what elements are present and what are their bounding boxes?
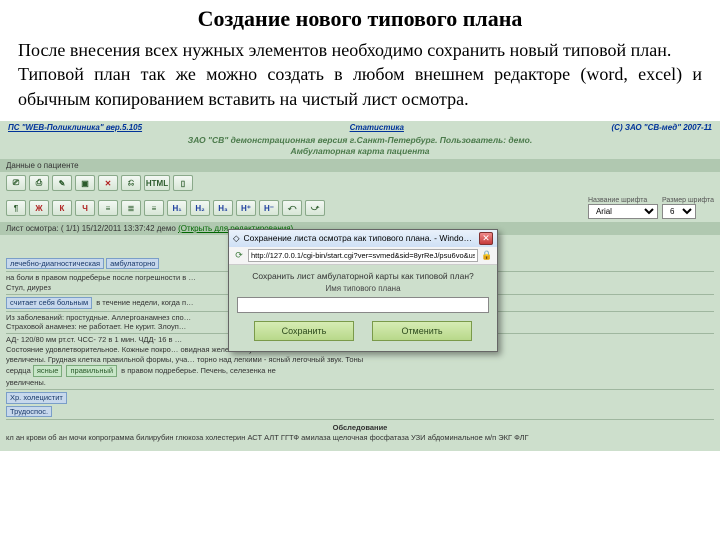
dialog-url-bar: ⟳ 🔒 (229, 247, 497, 265)
cancel-button[interactable]: Отменить (372, 321, 472, 341)
tb-save-icon[interactable]: ▣ (75, 175, 95, 191)
tb-h1-icon[interactable]: H₁ (167, 200, 187, 216)
org-user-line: ЗАО "СВ" демонстрационная версия г.Санкт… (0, 135, 720, 146)
save-template-dialog: ◇ Сохранение листа осмотра как типового … (228, 229, 498, 352)
tb-delete-icon[interactable]: ✕ (98, 175, 118, 191)
lock-icon: 🔒 (481, 249, 493, 261)
tb-paragraph-icon[interactable]: ¶ (6, 200, 26, 216)
tb-redo-icon[interactable]: ⤻ (305, 200, 325, 216)
objective-line-3: увеличены. Грудная клетка правильной фор… (6, 355, 714, 365)
tb-underline-icon[interactable]: Ч (75, 200, 95, 216)
font-name-label: Название шрифта (588, 197, 658, 204)
font-name-select[interactable]: Arial (588, 204, 658, 219)
dialog-question: Сохранить лист амбулаторной карты как ти… (237, 271, 489, 281)
refresh-icon[interactable]: ⟳ (233, 249, 245, 261)
exam-sheet-label: Лист осмотра: ( 1/1) 15/12/2011 13:37:42… (6, 224, 178, 233)
slide-body: После внесения всех нужных элементов нео… (0, 32, 720, 121)
copyright-label: (С) ЗАО "СВ-мед" 2007-11 (612, 123, 713, 132)
examination-heading: Обследование (6, 421, 714, 433)
tb-h2-icon[interactable]: H₂ (190, 200, 210, 216)
close-icon[interactable]: ✕ (479, 232, 493, 245)
tb-italic-icon[interactable]: К (52, 200, 72, 216)
tb-hplus-icon[interactable]: H⁺ (236, 200, 256, 216)
card-title-line: Амбулаторная карта пациента (0, 146, 720, 157)
tag-heart-tones[interactable]: ясные (33, 365, 63, 377)
dialog-url-input[interactable] (248, 249, 478, 262)
window-favicon-icon: ◇ (233, 233, 240, 244)
slide-title: Создание нового типового плана (0, 6, 720, 32)
app-window: ПС "WEB-Поликлиника" вер.5.105 Статистик… (0, 121, 720, 451)
dialog-buttons: Сохранить Отменить (237, 321, 489, 341)
tb-bold-icon[interactable]: Ж (29, 200, 49, 216)
tb-html-icon[interactable]: HTML (144, 175, 170, 191)
app-header: ПС "WEB-Поликлиника" вер.5.105 Статистик… (0, 121, 720, 134)
tag-purpose[interactable]: лечебно-диагностическая (6, 258, 104, 270)
dialog-title-text: Сохранение листа осмотра как типового пл… (244, 233, 475, 243)
tb-align-center-icon[interactable]: ≣ (121, 200, 141, 216)
objective-line-4-pre: сердца (6, 366, 33, 375)
tb-edit-icon[interactable]: ✎ (52, 175, 72, 191)
statistics-link[interactable]: Статистика (350, 123, 404, 132)
tag-rhythm[interactable]: правильный (66, 365, 117, 377)
font-size-label: Размер шрифта (662, 197, 714, 204)
objective-line-4-post: в правом подреберье. Печень, селезенка н… (121, 366, 276, 375)
tag-mode[interactable]: амбулаторно (106, 258, 159, 270)
tag-anamnesis[interactable]: считает себя больным (6, 297, 92, 309)
save-button[interactable]: Сохранить (254, 321, 354, 341)
objective-line-5: увеличены. (6, 378, 714, 388)
template-name-input[interactable] (237, 297, 489, 313)
tag-diagnosis-2[interactable]: Трудоспос. (6, 406, 52, 418)
dialog-sublabel: Имя типового плана (237, 284, 489, 293)
tb-undo2-icon[interactable]: ⤺ (282, 200, 302, 216)
anamnesis-text: в течение недели, когда п… (94, 298, 193, 307)
tb-hminus-icon[interactable]: H⁻ (259, 200, 279, 216)
tb-other-icon[interactable]: ▯ (173, 175, 193, 191)
tb-new-icon[interactable]: ⎚ (6, 175, 26, 191)
tb-print-icon[interactable]: ⎙ (29, 175, 49, 191)
slide-paragraph-2: Типовой план так же можно создать в любо… (18, 62, 702, 111)
tag-diagnosis-1[interactable]: Хр. холецистит (6, 392, 67, 404)
tb-align-right-icon[interactable]: ≡ (144, 200, 164, 216)
dialog-body: Сохранить лист амбулаторной карты как ти… (229, 265, 497, 351)
tb-align-left-icon[interactable]: ≡ (98, 200, 118, 216)
app-product-link[interactable]: ПС "WEB-Поликлиника" вер.5.105 (8, 123, 142, 132)
slide-paragraph-1: После внесения всех нужных элементов нео… (18, 38, 702, 62)
app-subtitle: ЗАО "СВ" демонстрационная версия г.Санкт… (0, 134, 720, 159)
patient-data-bar[interactable]: Данные о пациенте (0, 159, 720, 172)
font-controls: Название шрифта Arial Размер шрифта 6 (588, 197, 714, 219)
tb-h3-icon[interactable]: H₃ (213, 200, 233, 216)
font-size-select[interactable]: 6 (662, 204, 696, 219)
examination-text: кл ан крови об ан мочи копрограмма билир… (6, 433, 714, 443)
toolbar-row-1: ⎚ ⎙ ✎ ▣ ✕ ⎌ HTML ▯ (0, 172, 720, 194)
toolbar-row-2: ¶ Ж К Ч ≡ ≣ ≡ H₁ H₂ H₃ H⁺ H⁻ ⤺ ⤻ Названи… (0, 194, 720, 222)
tb-undo-icon[interactable]: ⎌ (121, 175, 141, 191)
dialog-titlebar: ◇ Сохранение листа осмотра как типового … (229, 230, 497, 247)
